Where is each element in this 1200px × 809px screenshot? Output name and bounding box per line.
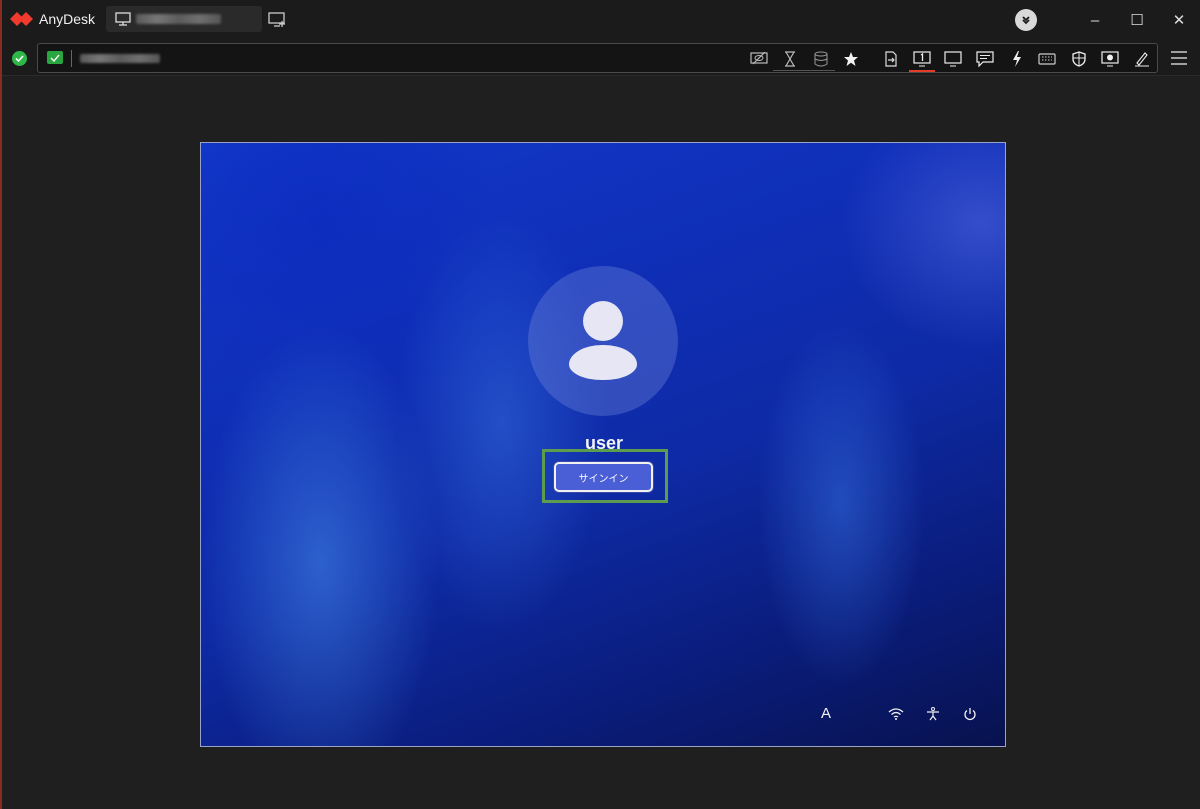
app-name: AnyDesk <box>39 11 96 27</box>
anydesk-logo-icon <box>10 12 33 26</box>
session-address-redacted <box>136 14 221 24</box>
language-indicator[interactable]: A <box>821 705 831 722</box>
whiteboard-pen-icon[interactable] <box>1129 44 1155 74</box>
session-tab[interactable] <box>106 6 262 32</box>
divider <box>71 50 72 67</box>
anydesk-window: AnyDesk – ☐ ✕ user サインイン A <box>0 0 1200 809</box>
remote-screen[interactable]: user サインイン A <box>200 142 1006 747</box>
accessibility-icon[interactable] <box>926 707 940 721</box>
user-head-icon <box>583 301 623 341</box>
user-body-icon <box>569 345 637 380</box>
minimize-button[interactable]: – <box>1072 0 1118 40</box>
title-bar: AnyDesk – ☐ ✕ <box>2 0 1200 40</box>
power-icon[interactable] <box>963 707 977 721</box>
keyboard-icon[interactable] <box>1034 44 1060 74</box>
session-toolbar <box>2 40 1200 76</box>
lightning-icon[interactable] <box>1004 44 1030 74</box>
toolbar-group-underline <box>773 70 835 71</box>
secure-connection-icon <box>47 51 63 64</box>
download-icon[interactable] <box>1015 9 1037 31</box>
monitor-icon <box>115 12 131 26</box>
signin-button[interactable]: サインイン <box>554 462 653 492</box>
screenshot-icon[interactable] <box>1097 44 1123 74</box>
close-button[interactable]: ✕ <box>1156 0 1200 40</box>
star-icon[interactable] <box>838 44 864 74</box>
connected-check-icon <box>12 51 27 66</box>
hamburger-menu-icon[interactable] <box>1168 48 1190 68</box>
remote-id-redacted <box>80 54 160 63</box>
avatar <box>528 266 678 416</box>
wifi-icon[interactable] <box>888 707 904 721</box>
maximize-button[interactable]: ☐ <box>1114 0 1160 40</box>
address-bar[interactable] <box>37 43 1158 73</box>
chat-icon[interactable] <box>972 44 998 74</box>
monitor-plus-icon[interactable] <box>268 12 286 28</box>
display-icon[interactable] <box>940 44 966 74</box>
shield-icon[interactable] <box>1066 44 1092 74</box>
file-transfer-icon[interactable] <box>878 44 904 74</box>
active-monitor-indicator <box>909 70 935 72</box>
privacy-screen-icon[interactable] <box>746 44 772 74</box>
